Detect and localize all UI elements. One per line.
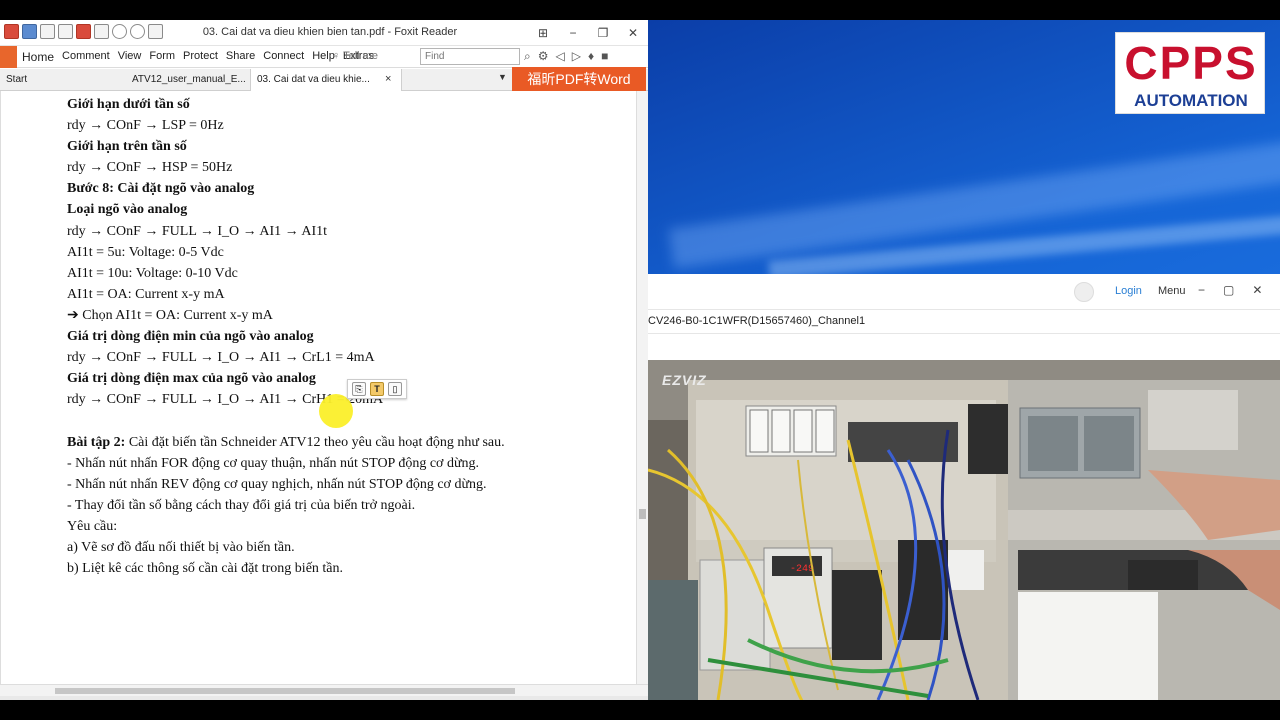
horizontal-scrollbar[interactable] — [0, 684, 648, 696]
document-line: Giá trị dòng điện min của ngõ vào analog — [67, 329, 314, 345]
pdf-create-icon[interactable] — [76, 24, 91, 39]
restore-icon[interactable]: ❐ — [588, 20, 618, 46]
copy-icon[interactable]: ⎘ — [352, 382, 366, 396]
letterbox-bar — [0, 700, 1280, 720]
tab-close-icon[interactable]: × — [385, 73, 391, 85]
avatar[interactable] — [1074, 282, 1094, 302]
viewer-window-controls: − ▢ ✕ — [1198, 283, 1262, 297]
close-icon[interactable]: ✕ — [618, 20, 648, 46]
minimize-icon[interactable]: − — [558, 20, 588, 46]
pdf-to-word-banner[interactable]: 福昕PDF转Word — [512, 67, 646, 91]
note-icon[interactable]: ▯ — [388, 382, 402, 396]
document-line: Giới hạn trên tần số — [67, 139, 187, 155]
exercise-label: Bài tập 2: — [67, 434, 129, 450]
document-line: - Nhấn nút nhấn FOR động cơ quay thuận, … — [67, 455, 480, 471]
cursor-highlight — [319, 394, 353, 428]
document-line: Bài tập 2: Cài đặt biến tần Schneider AT… — [67, 432, 627, 453]
ezviz-watermark: EZVIZ — [662, 372, 707, 388]
quick-access-toolbar — [4, 24, 163, 39]
ribbon-tabs: Home Comment View Form Protect Share Con… — [22, 50, 374, 64]
tab-atv12-manual[interactable]: ATV12_user_manual_E... — [126, 69, 246, 91]
app-logo-icon[interactable] — [4, 24, 19, 39]
document-line: rdy → COnF → FULL → I_O → AI1 → AI1t — [67, 223, 328, 239]
user-icon[interactable]: ■ — [601, 49, 608, 64]
viewer-spacer — [648, 334, 1280, 360]
vertical-scroll-thumb[interactable] — [639, 509, 646, 519]
document-line: Bước 8: Cài đặt ngõ vào analog — [67, 181, 255, 197]
menu-share[interactable]: Share — [226, 50, 255, 64]
document-line: a) Vẽ sơ đồ đấu nối thiết bị vào biến tầ… — [67, 539, 295, 555]
vertical-scrollbar[interactable] — [636, 91, 648, 688]
window-controls: ⊞ − ❐ ✕ — [528, 20, 648, 46]
menu-button[interactable]: Menu — [1158, 285, 1186, 297]
ribbon-right-icons: ⌕ ⚙ ◁ ▷ ♦ ■ — [524, 49, 608, 64]
window-title: 03. Cai dat va dieu khien bien tan.pdf -… — [202, 26, 458, 38]
menu-protect[interactable]: Protect — [183, 50, 218, 64]
file-button[interactable] — [0, 46, 17, 68]
tell-me-label: Tell me — [343, 50, 378, 62]
channel-name: CV246-B0-1C1WFR(D15657460)_Channel1 — [648, 315, 866, 327]
restore-icon[interactable]: ▢ — [1223, 283, 1234, 297]
menu-form[interactable]: Form — [149, 50, 175, 64]
back-arrow-icon[interactable]: ◁ — [556, 49, 565, 64]
highlight-text-icon[interactable]: T — [370, 382, 384, 396]
redo-icon[interactable] — [130, 24, 145, 39]
menu-view[interactable]: View — [118, 50, 142, 64]
document-line: - Nhấn nút nhấn REV động cơ quay nghịch,… — [67, 476, 487, 492]
tab-start[interactable]: Start — [0, 69, 120, 91]
channel-bar: CV246-B0-1C1WFR(D15657460)_Channel1 — [648, 310, 1280, 334]
settings-icon[interactable]: ⚙ — [538, 49, 549, 64]
tab-current-document[interactable]: 03. Cai dat va dieu khie... — [250, 69, 402, 91]
document-line: Giới hạn dưới tần số — [67, 97, 190, 112]
open-icon[interactable] — [58, 24, 73, 39]
menu-comment[interactable]: Comment — [62, 50, 110, 64]
logo-wordmark: CPPS — [1124, 37, 1258, 89]
find-input[interactable] — [420, 48, 520, 65]
foxit-reader-window: 03. Cai dat va dieu khien bien tan.pdf -… — [0, 20, 648, 700]
document-line: rdy → COnF → FULL → I_O → AI1 → CrL1 = 4… — [67, 350, 375, 366]
document-line: Loại ngõ vào analog — [67, 202, 188, 218]
pdf-page: Giới hạn dưới tần số rdy → COnF → LSP = 0… — [0, 91, 636, 688]
bell-icon[interactable]: ♦ — [588, 49, 594, 64]
minimize-icon[interactable]: − — [1198, 283, 1205, 297]
menu-connect[interactable]: Connect — [263, 50, 304, 64]
lightbulb-icon: ♀ — [332, 50, 344, 62]
document-line: rdy → COnF → LSP = 0Hz — [67, 118, 224, 134]
ribbon-menu-bar: Home Comment View Form Protect Share Con… — [0, 46, 648, 68]
document-line: Yêu cầu: — [67, 518, 118, 534]
ezviz-viewer-header: Login Menu − ▢ ✕ — [648, 274, 1280, 310]
title-bar: 03. Cai dat va dieu khien bien tan.pdf -… — [0, 20, 648, 46]
document-icon[interactable] — [94, 24, 109, 39]
ribbon-toggle-icon[interactable]: ⊞ — [528, 20, 558, 46]
menu-home[interactable]: Home — [22, 50, 54, 64]
document-line: b) Liệt kê các thông số cần cài đặt tron… — [67, 561, 344, 577]
live-camera-feed: -249 EZVIZ — [648, 360, 1280, 700]
selection-mini-toolbar: ⎘ T ▯ — [347, 379, 407, 399]
logo-subtitle: AUTOMATION — [1134, 91, 1248, 110]
undo-icon[interactable] — [112, 24, 127, 39]
document-line: rdy → COnF → HSP = 50Hz — [67, 160, 233, 176]
login-link[interactable]: Login — [1115, 285, 1142, 297]
document-line: ➔ Chọn AI1t = OA: Current x-y mA — [67, 307, 273, 323]
tell-me-box[interactable]: ♀ Tell me — [332, 50, 378, 62]
save-icon[interactable] — [22, 24, 37, 39]
cpps-logo: CPPS AUTOMATION — [1115, 32, 1265, 114]
document-text: Giới hạn dưới tần số rdy → COnF → LSP = 0… — [67, 94, 627, 579]
document-line: - Thay đổi tần số bằng cách thay đổi giá… — [67, 497, 416, 513]
vfd-display-readout: -249 — [790, 564, 814, 575]
document-line: AI1t = 5u: Voltage: 0-5 Vdc — [67, 244, 224, 260]
print-icon[interactable] — [40, 24, 55, 39]
tab-list-dropdown-icon[interactable]: ▼ — [498, 72, 507, 82]
horizontal-scroll-thumb[interactable] — [55, 688, 515, 694]
close-icon[interactable]: ✕ — [1252, 283, 1262, 297]
forward-arrow-icon[interactable]: ▷ — [572, 49, 581, 64]
document-line: AI1t = OA: Current x-y mA — [67, 286, 225, 302]
exercise-text: Cài đặt biến tần Schneider ATV12 theo yê… — [128, 434, 505, 450]
search-icon[interactable]: ⌕ — [524, 49, 531, 64]
document-line: AI1t = 10u: Voltage: 0-10 Vdc — [67, 265, 238, 281]
camera-scene: -249 — [648, 360, 1280, 700]
screen: 03. Cai dat va dieu khien bien tan.pdf -… — [0, 0, 1280, 720]
tab-current-label: 03. Cai dat va dieu khie... — [257, 74, 370, 85]
